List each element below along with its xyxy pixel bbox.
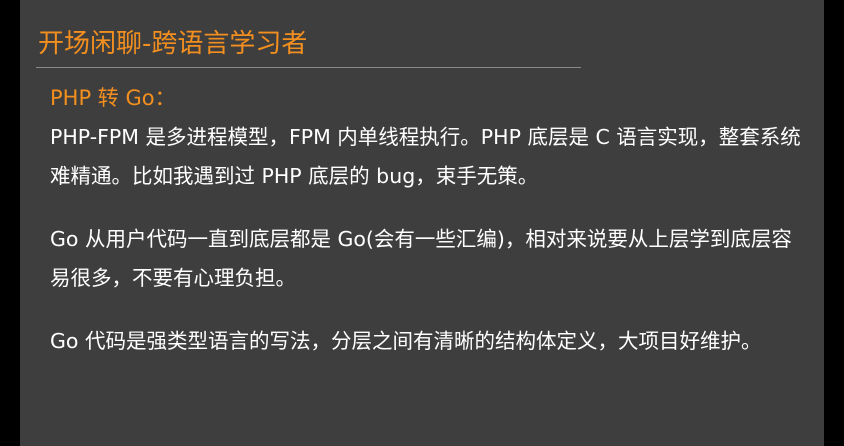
- paragraph-php-architecture: PHP-FPM 是多进程模型，FPM 内单线程执行。PHP 底层是 C 语言实现…: [50, 125, 801, 188]
- paragraph-go-full-stack: Go 从用户代码一直到底层都是 Go(会有一些汇编)，相对来说要从上层学到底层容…: [50, 227, 792, 290]
- slide-title: 开场闲聊-跨语言学习者: [38, 29, 308, 59]
- slide-subtitle: PHP 转 Go：: [50, 86, 176, 110]
- paragraph-go-strong-typing: Go 代码是强类型语言的写法，分层之间有清晰的结构体定义，大项目好维护。: [50, 329, 762, 353]
- slide-body: PHP-FPM 是多进程模型，FPM 内单线程执行。PHP 底层是 C 语言实现…: [50, 118, 812, 385]
- slide: 开场闲聊-跨语言学习者 PHP 转 Go： PHP-FPM 是多进程模型，FPM…: [20, 0, 824, 446]
- title-divider: [36, 67, 581, 68]
